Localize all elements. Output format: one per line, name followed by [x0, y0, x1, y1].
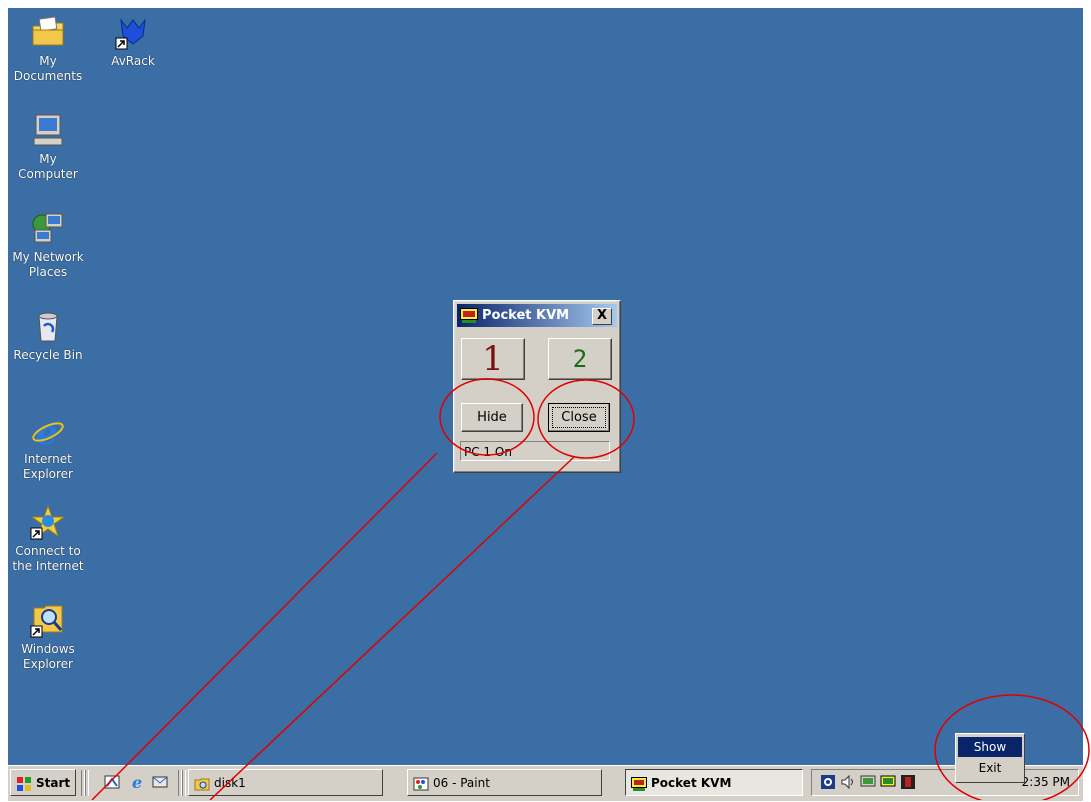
internet-explorer-icon: e — [30, 412, 66, 453]
pc1-button[interactable]: 1 — [461, 338, 525, 380]
desktop-icon-internet-explorer[interactable]: e Internet Explorer — [8, 412, 88, 482]
outlook-express-icon[interactable] — [152, 774, 168, 790]
kvm-icon — [631, 775, 647, 791]
start-button[interactable]: Start — [10, 769, 76, 796]
show-desktop-icon[interactable] — [104, 774, 120, 790]
taskbar-button-disk1[interactable]: disk1 — [188, 769, 383, 796]
taskbar-button-paint[interactable]: 06 - Paint — [407, 769, 602, 796]
kvm-tray-icon[interactable] — [880, 774, 896, 790]
desktop-icon-my-network-places[interactable]: My Network Places — [8, 210, 88, 280]
avrack-shortcut-icon — [115, 14, 151, 50]
taskbar-button-label: Pocket KVM — [651, 776, 732, 790]
desktop-icon-recycle-bin[interactable]: Recycle Bin — [8, 308, 88, 363]
taskbar-separator — [182, 770, 186, 796]
recycle-bin-icon — [30, 308, 66, 344]
desktop-icon-windows-explorer[interactable]: Windows Explorer — [8, 602, 88, 672]
desktop-icon-connect-to-the-internet[interactable]: Connect to the Internet — [8, 504, 88, 574]
desktop-icon-my-documents[interactable]: My Documents — [8, 14, 88, 84]
application-tray-icon[interactable] — [900, 774, 916, 790]
display-settings-icon[interactable] — [860, 774, 876, 790]
desktop-icon-label: AvRack — [111, 54, 155, 68]
pc2-label: 2 — [572, 345, 588, 373]
pc1-label: 1 — [482, 339, 504, 379]
desktop-icon-label: Internet Explorer — [23, 452, 73, 481]
menu-item-show[interactable]: Show — [958, 737, 1022, 757]
network-tray-icon[interactable] — [820, 774, 836, 790]
close-button[interactable]: Close — [548, 403, 610, 432]
taskbar-separator — [85, 770, 89, 796]
desktop-icon-label: Windows Explorer — [21, 642, 75, 671]
windows-logo-icon — [16, 775, 32, 791]
status-field: PC 1 On — [460, 441, 610, 461]
system-tray: 2:35 PM — [811, 769, 1079, 796]
network-icon — [30, 210, 66, 246]
taskbar: Start e disk1 06 - Paint Pocket KVM 2:35… — [8, 765, 1083, 801]
folder-documents-icon — [30, 14, 66, 50]
internet-explorer-icon[interactable]: e — [130, 773, 146, 792]
connect-wizard-icon — [30, 504, 66, 540]
taskbar-button-label: disk1 — [214, 776, 246, 790]
hide-button[interactable]: Hide — [461, 403, 523, 432]
desktop-icon-label: My Documents — [13, 54, 83, 83]
folder-icon — [194, 775, 210, 791]
desktop-icon-label: My Network Places — [12, 250, 84, 279]
menu-item-exit[interactable]: Exit — [958, 758, 1022, 778]
desktop-icon-avrack[interactable]: AvRack — [93, 14, 173, 69]
windows-explorer-icon — [30, 602, 66, 638]
desktop-icon-my-computer[interactable]: My Computer — [8, 112, 88, 182]
desktop-icon-label: Recycle Bin — [13, 348, 83, 362]
taskbar-button-pocket-kvm[interactable]: Pocket KVM — [625, 769, 803, 796]
volume-icon[interactable] — [840, 774, 856, 790]
start-label: Start — [36, 776, 71, 790]
tray-context-menu: Show Exit — [955, 733, 1025, 783]
desktop-icon-label: My Computer — [18, 152, 78, 181]
computer-icon — [30, 112, 66, 148]
desktop-icon-label: Connect to the Internet — [12, 544, 84, 573]
svg-text:e: e — [132, 774, 142, 790]
window-title: Pocket KVM — [482, 308, 570, 323]
window-titlebar[interactable]: Pocket KVM X — [457, 304, 617, 327]
clock[interactable]: 2:35 PM — [1022, 775, 1070, 789]
paint-icon — [413, 775, 429, 791]
taskbar-button-label: 06 - Paint — [433, 776, 490, 790]
pc2-button[interactable]: 2 — [548, 338, 612, 380]
window-close-button[interactable]: X — [592, 308, 612, 325]
pocket-kvm-window: Pocket KVM X 1 2 Hide Close PC 1 On — [453, 300, 621, 473]
kvm-icon — [460, 308, 478, 323]
